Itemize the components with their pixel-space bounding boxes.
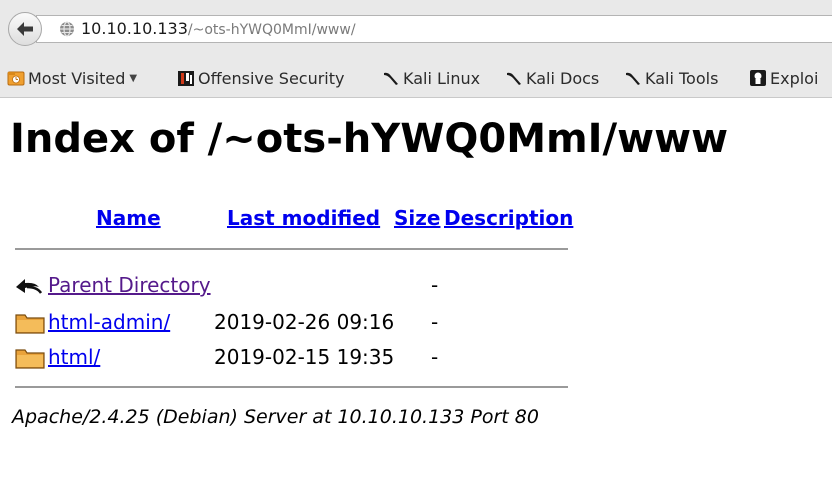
bookmark-kali-docs[interactable]: Kali Docs xyxy=(505,68,599,88)
row-size: - xyxy=(431,273,439,297)
bookmark-exploit-db[interactable]: Exploi xyxy=(749,68,818,88)
bookmark-label: Offensive Security xyxy=(198,68,345,88)
url-host: 10.10.10.133 xyxy=(81,19,188,38)
bookmark-label: Kali Linux xyxy=(403,68,481,88)
column-header-description[interactable]: Description xyxy=(444,206,573,230)
folder-icon xyxy=(15,349,45,369)
parent-directory-link[interactable]: Parent Directory xyxy=(48,271,211,299)
row-modified: 2019-02-15 19:35 xyxy=(214,345,395,369)
row-modified: 2019-02-26 09:16 xyxy=(214,310,395,334)
bookmark-label: Exploi xyxy=(770,68,819,88)
globe-icon xyxy=(60,21,74,37)
kali-dragon-icon xyxy=(626,72,640,85)
bookmarks-toolbar: Most Visited ▼ Offensive Security Kali L… xyxy=(0,58,832,98)
url-bar[interactable]: 10.10.10.133/~ots-hYWQ0MmI/www/ xyxy=(36,15,832,43)
html-admin-link[interactable]: html-admin/ xyxy=(48,308,170,336)
kali-dragon-icon xyxy=(384,72,398,85)
most-visited-folder-icon xyxy=(7,71,25,86)
page-title: Index of /~ots-hYWQ0MmI/www xyxy=(10,116,729,162)
bookmark-label: Most Visited xyxy=(28,68,126,88)
back-arrow-icon xyxy=(17,22,33,36)
divider xyxy=(15,248,568,250)
folder-icon xyxy=(15,314,45,334)
back-button[interactable] xyxy=(8,12,42,46)
url-path: /~ots-hYWQ0MmI/www/ xyxy=(187,22,356,38)
row-size: - xyxy=(431,310,439,334)
column-header-last-modified[interactable]: Last modified xyxy=(227,206,380,230)
divider xyxy=(15,386,568,388)
exploit-db-icon xyxy=(750,70,766,86)
url-text[interactable]: 10.10.10.133/~ots-hYWQ0MmI/www/ xyxy=(81,20,356,39)
kali-dragon-icon xyxy=(507,72,521,85)
bookmark-label: Kali Docs xyxy=(526,68,600,88)
column-header-name[interactable]: Name xyxy=(96,206,161,230)
bookmark-most-visited[interactable]: Most Visited ▼ xyxy=(7,68,137,88)
server-signature: Apache/2.4.25 (Debian) Server at 10.10.1… xyxy=(12,406,539,428)
navigation-toolbar: 10.10.10.133/~ots-hYWQ0MmI/www/ xyxy=(0,0,832,58)
html-link[interactable]: html/ xyxy=(48,343,100,371)
back-arrow-icon xyxy=(16,279,43,294)
bookmark-label: Kali Tools xyxy=(645,68,719,88)
bookmark-kali-tools[interactable]: Kali Tools xyxy=(624,68,718,88)
bookmark-kali-linux[interactable]: Kali Linux xyxy=(382,68,480,88)
chevron-down-icon: ▼ xyxy=(129,72,138,84)
table-row: Parent Directory - xyxy=(15,271,575,299)
bookmark-offensive-security[interactable]: Offensive Security xyxy=(177,68,344,88)
offensive-security-icon xyxy=(178,71,194,86)
table-row: html/ 2019-02-15 19:35 - xyxy=(15,343,575,371)
page-content: Index of /~ots-hYWQ0MmI/www Name Last mo… xyxy=(0,98,832,480)
table-row: html-admin/ 2019-02-26 09:16 - xyxy=(15,308,575,336)
row-size: - xyxy=(431,345,439,369)
column-header-size[interactable]: Size xyxy=(394,206,440,230)
